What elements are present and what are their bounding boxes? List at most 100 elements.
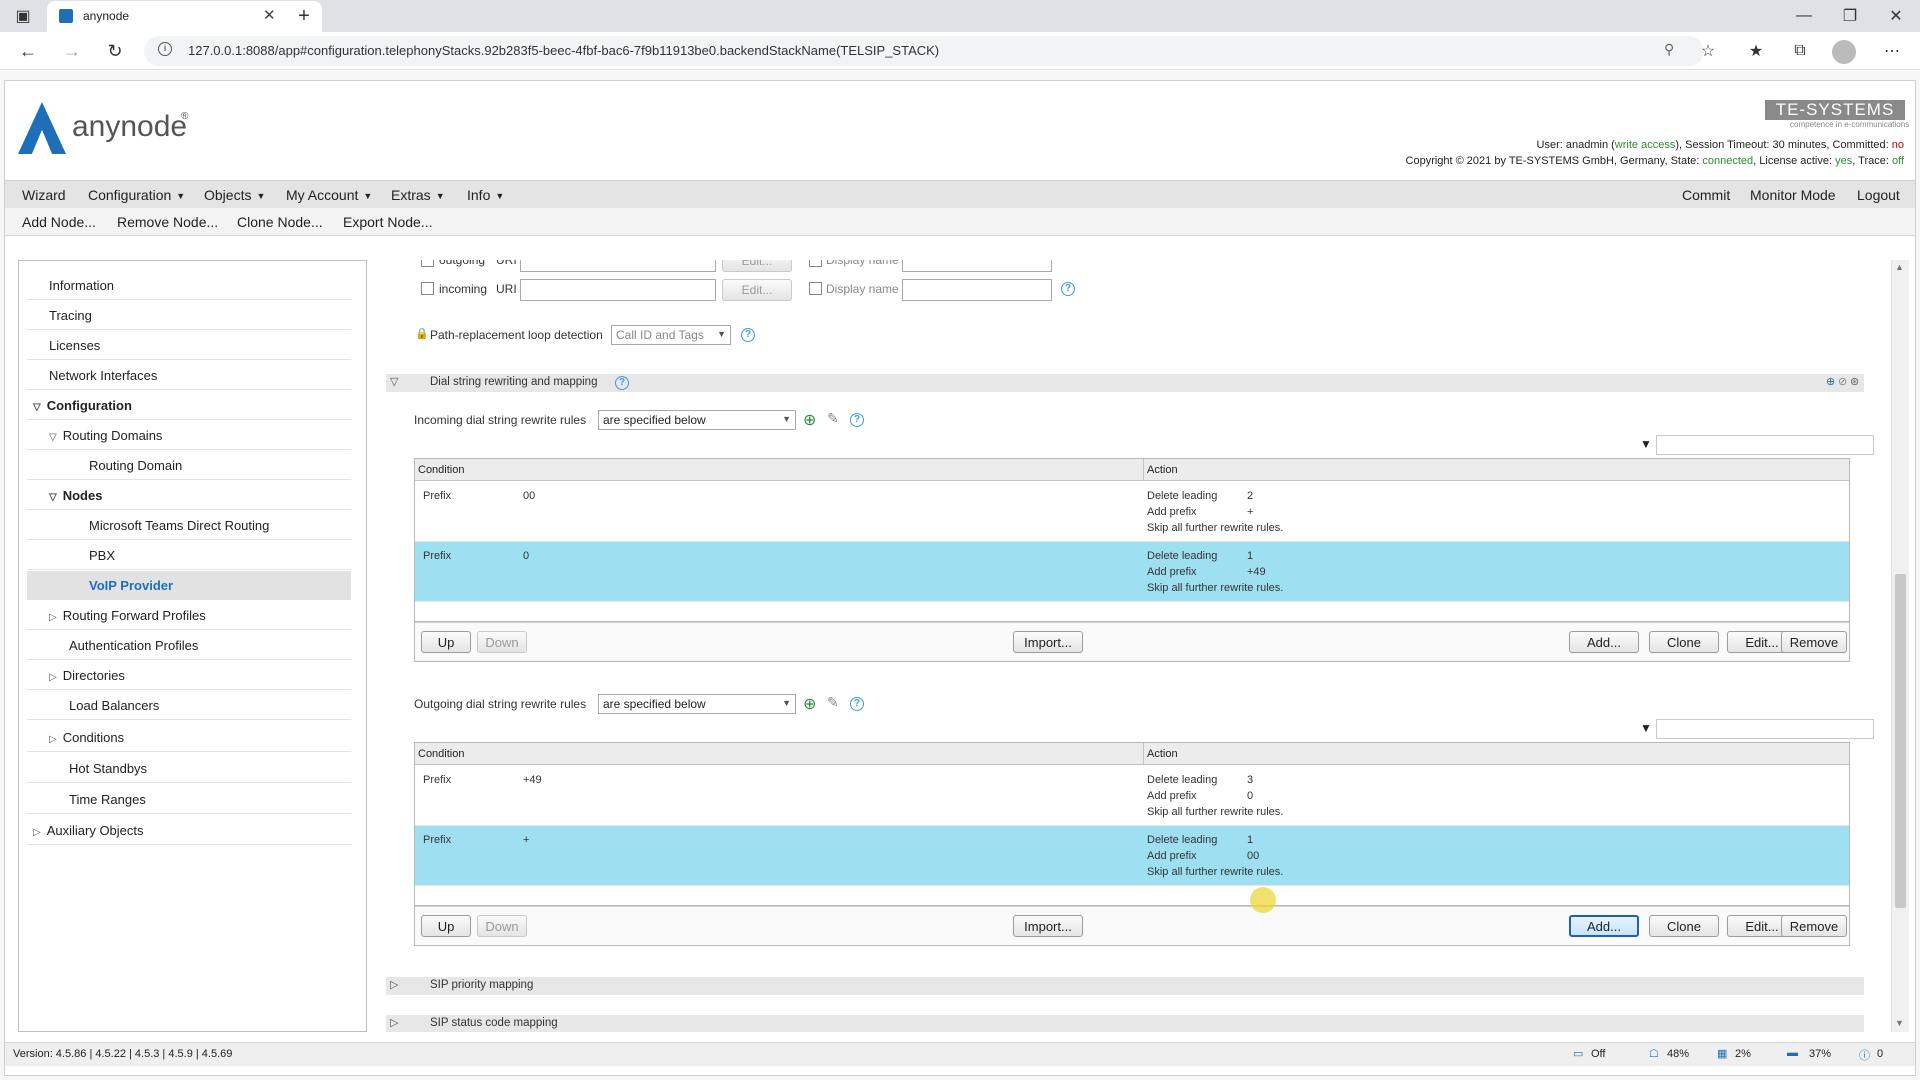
tree-item-tracing[interactable]: Tracing (27, 301, 351, 330)
section-settings-icon[interactable]: ⊛ (1850, 375, 1859, 388)
col-action[interactable]: Action (1147, 746, 1178, 762)
tree-item-voip-provider[interactable]: VoIP Provider (27, 571, 351, 600)
outgoing-up-button[interactable]: Up (421, 915, 471, 937)
incoming-up-button[interactable]: Up (421, 631, 471, 653)
col-action[interactable]: Action (1147, 462, 1178, 478)
clone-node-button[interactable]: Clone Node... (237, 214, 323, 230)
sip-status-section-header[interactable]: ▷ SIP status code mapping (386, 1015, 1864, 1032)
outgoing-filter-input[interactable] (1656, 719, 1874, 739)
menu-extras[interactable]: Extras ▼ (391, 187, 445, 203)
tree-item-ms-teams[interactable]: Microsoft Teams Direct Routing (27, 511, 351, 540)
minimize-icon[interactable]: — (1790, 2, 1818, 30)
outgoing-remove-button[interactable]: Remove (1781, 915, 1847, 937)
incoming-import-button[interactable]: Import... (1013, 631, 1083, 653)
tree-item-routing-domains[interactable]: ▽ Routing Domains (27, 421, 351, 450)
help-icon[interactable]: ? (850, 413, 864, 427)
tree-item-routing-domain[interactable]: Routing Domain (27, 451, 351, 480)
filter-icon[interactable]: ▼ (1640, 437, 1652, 451)
tree-item-conditions[interactable]: ▷ Conditions (27, 723, 351, 752)
outgoing-uri-edit-button[interactable]: Edit... (722, 260, 792, 272)
back-icon[interactable]: ← (14, 37, 42, 65)
new-tab-icon[interactable]: + (290, 2, 318, 30)
incoming-filter-input[interactable] (1656, 435, 1874, 455)
tree-item-authentication-profiles[interactable]: Authentication Profiles (27, 631, 351, 660)
expand-closed-icon[interactable]: ▷ (390, 1016, 398, 1029)
expand-closed-icon[interactable]: ▷ (49, 612, 57, 623)
scroll-up-icon[interactable]: ▲ (1895, 262, 1904, 272)
menu-info[interactable]: Info ▼ (467, 187, 504, 203)
tree-item-time-ranges[interactable]: Time Ranges (27, 785, 351, 814)
add-rule-icon[interactable]: ⊕ (803, 410, 816, 430)
outgoing-import-button[interactable]: Import... (1013, 915, 1083, 937)
favorite-star-icon[interactable]: ☆ (1694, 37, 1722, 65)
collapse-icon[interactable]: ▽ (390, 375, 398, 388)
favorites-list-icon[interactable]: ★ (1742, 37, 1770, 65)
browser-tab[interactable]: anynode ✕ (47, 1, 322, 32)
url-field[interactable]: i 127.0.0.1:8088/app#configuration.telep… (144, 36, 1704, 66)
incoming-uri-checkbox[interactable] (421, 282, 434, 295)
menu-objects[interactable]: Objects ▼ (204, 187, 265, 203)
site-info-icon[interactable]: i (158, 42, 172, 56)
key-icon[interactable]: ⚲ (1664, 41, 1674, 58)
close-window-icon[interactable]: ✕ (1882, 2, 1910, 30)
outgoing-add-button[interactable]: Add... (1569, 915, 1639, 937)
incoming-down-button[interactable]: Down (477, 631, 527, 653)
sip-priority-section-header[interactable]: ▷ SIP priority mapping (386, 977, 1864, 995)
path-replacement-select[interactable]: Call ID and Tags ▼ (611, 325, 731, 345)
scroll-down-icon[interactable]: ▼ (1895, 1018, 1904, 1028)
tab-actions-icon[interactable]: ▣ (9, 2, 37, 30)
expand-open-icon[interactable]: ▽ (33, 402, 41, 413)
expand-open-icon[interactable]: ▽ (49, 492, 57, 503)
restore-icon[interactable]: ❐ (1836, 2, 1864, 30)
col-condition[interactable]: Condition (418, 746, 464, 762)
outgoing-display-name-input[interactable] (902, 260, 1052, 272)
outgoing-down-button[interactable]: Down (477, 915, 527, 937)
outgoing-uri-checkbox[interactable] (421, 260, 434, 267)
expand-closed-icon[interactable]: ▷ (390, 978, 398, 991)
section-add-icon[interactable]: ⊕ (1826, 375, 1835, 388)
incoming-clone-button[interactable]: Clone (1649, 631, 1719, 653)
table-row[interactable]: Prefix + Delete leading 1 Add prefix 00 … (415, 826, 1849, 886)
pencil-icon[interactable]: ✎ (827, 694, 839, 711)
menu-configuration[interactable]: Configuration ▼ (88, 187, 185, 203)
tree-item-pbx[interactable]: PBX (27, 541, 351, 570)
help-icon[interactable]: ? (615, 376, 629, 390)
pencil-icon[interactable]: ✎ (827, 410, 839, 427)
collections-icon[interactable]: ⧉ (1786, 37, 1814, 65)
incoming-display-name-checkbox[interactable] (809, 282, 822, 295)
tree-item-auxiliary-objects[interactable]: ▷ Auxiliary Objects (27, 816, 351, 845)
menu-wizard[interactable]: Wizard (22, 187, 66, 203)
help-icon[interactable]: ? (1061, 282, 1075, 296)
incoming-rules-select[interactable]: are specified below ▼ (598, 410, 796, 430)
outgoing-clone-button[interactable]: Clone (1649, 915, 1719, 937)
browser-menu-icon[interactable]: ⋯ (1878, 37, 1906, 65)
tree-item-routing-forward-profiles[interactable]: ▷ Routing Forward Profiles (27, 601, 351, 630)
tree-item-nodes[interactable]: ▽ Nodes (27, 481, 351, 510)
expand-open-icon[interactable]: ▽ (49, 432, 57, 443)
incoming-display-name-input[interactable] (902, 279, 1052, 301)
expand-closed-icon[interactable]: ▷ (33, 827, 41, 838)
expand-closed-icon[interactable]: ▷ (49, 672, 57, 683)
tree-item-configuration[interactable]: ▽ Configuration (27, 391, 351, 420)
menu-logout[interactable]: Logout (1857, 187, 1900, 203)
col-condition[interactable]: Condition (418, 462, 464, 478)
table-row[interactable]: Prefix +49 Delete leading 3 Add prefix 0… (415, 766, 1849, 826)
alert-icon[interactable]: ⓘ (1859, 1047, 1870, 1063)
forward-icon[interactable]: → (58, 37, 86, 65)
tree-item-licenses[interactable]: Licenses (27, 331, 351, 360)
outgoing-display-name-checkbox[interactable] (809, 260, 822, 267)
dial-string-section-header[interactable]: ▽ Dial string rewriting and mapping ? ⊕ … (386, 374, 1864, 392)
tree-item-directories[interactable]: ▷ Directories (27, 661, 351, 690)
menu-monitor-mode[interactable]: Monitor Mode (1750, 187, 1836, 203)
tab-close-icon[interactable]: ✕ (263, 6, 276, 24)
table-row[interactable]: Prefix 00 Delete leading 2 Add prefix + … (415, 482, 1849, 542)
help-icon[interactable]: ? (741, 328, 755, 342)
tree-item-load-balancers[interactable]: Load Balancers (27, 691, 351, 720)
tree-item-hot-standbys[interactable]: Hot Standbys (27, 754, 351, 783)
incoming-remove-button[interactable]: Remove (1781, 631, 1847, 653)
incoming-add-button[interactable]: Add... (1569, 631, 1639, 653)
scroll-thumb[interactable] (1895, 574, 1906, 908)
export-node-button[interactable]: Export Node... (343, 214, 433, 230)
tree-item-information[interactable]: Information (27, 271, 351, 300)
add-node-button[interactable]: Add Node... (22, 214, 96, 230)
